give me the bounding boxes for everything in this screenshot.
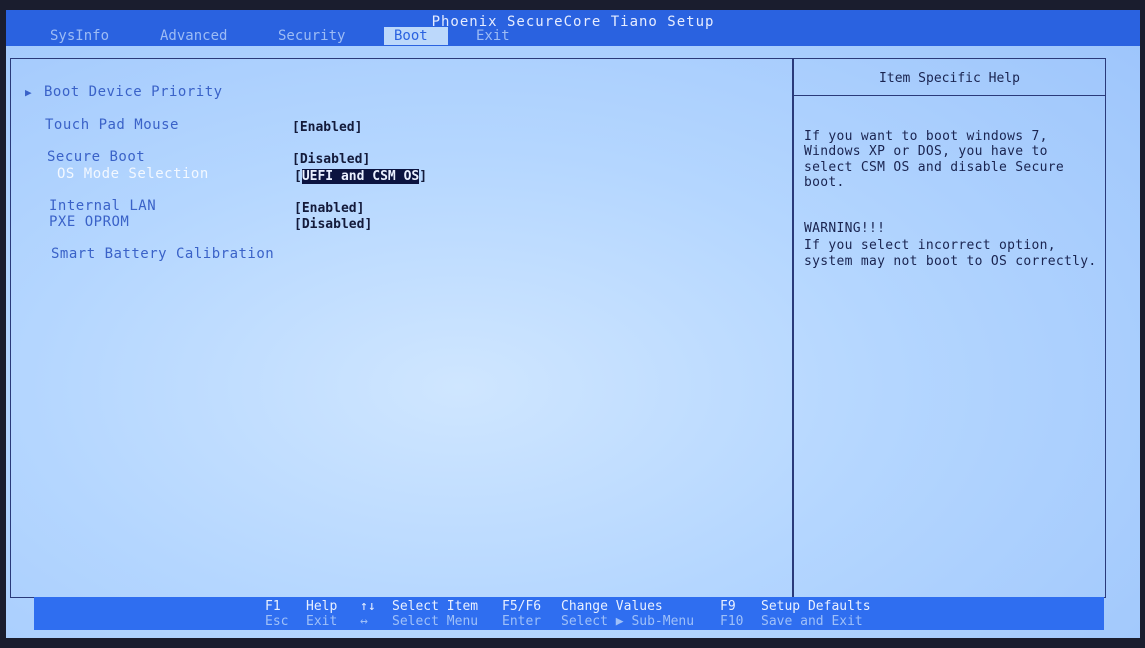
secure-boot-label: Secure Boot [47,149,146,165]
key-up-down-label: Select Item [392,599,479,614]
key-esc-label: Exit [306,614,338,629]
help-pane: Item Specific Help If you want to boot w… [794,59,1105,597]
submenu-pointer-icon: ▶ [25,86,32,99]
key-enter: Enter [502,614,542,629]
key-f9: F9 [720,599,736,614]
main-frame: ▶ Boot Device Priority Touch Pad Mouse [… [10,58,1106,598]
help-text-line: select CSM OS and disable Secure [804,160,1065,175]
smart-battery-calibration-item[interactable]: Smart Battery Calibration [51,246,274,262]
help-text-line: Windows XP or DOS, you have to [804,144,1048,159]
touch-pad-mouse-value[interactable]: [Enabled] [292,120,362,135]
key-esc: Esc [265,614,289,629]
tab-advanced[interactable]: Advanced [150,27,237,45]
tab-exit[interactable]: Exit [466,27,520,45]
key-f9-label: Setup Defaults [761,599,871,614]
help-text-line: If you want to boot windows 7, [804,129,1048,144]
bios-screen: Phoenix SecureCore Tiano Setup SysInfo A… [6,10,1140,638]
boot-device-priority-item[interactable]: Boot Device Priority [44,84,223,100]
help-text-line: system may not boot to OS correctly. [804,254,1097,269]
os-mode-selection-label: OS Mode Selection [57,166,209,182]
tab-security[interactable]: Security [268,27,355,45]
help-warning-title: WARNING!!! [804,221,886,236]
key-f5-f6-label: Change Values [561,599,663,614]
key-f1: F1 [265,599,281,614]
secure-boot-value[interactable]: [Disabled] [292,152,370,167]
help-header: Item Specific Help [794,59,1105,96]
key-left-right: ↔ [360,614,368,629]
touch-pad-mouse-label: Touch Pad Mouse [45,117,179,133]
help-title: Item Specific Help [879,71,1020,86]
tab-boot[interactable]: Boot [384,27,448,45]
os-mode-selection-value[interactable]: [UEFI and CSM OS] [294,169,427,184]
settings-pane: ▶ Boot Device Priority Touch Pad Mouse [… [11,59,794,597]
internal-lan-value[interactable]: [Enabled] [294,201,364,216]
key-f1-label: Help [306,599,338,614]
key-enter-label: Select ▶ Sub-Menu [561,614,695,629]
key-help-footer: F1 Help ↑↓ Select Item F5/F6 Change Valu… [34,597,1104,630]
internal-lan-label: Internal LAN [49,198,157,214]
help-text-line: If you select incorrect option, [804,238,1056,253]
title-bar: Phoenix SecureCore Tiano Setup SysInfo A… [6,10,1140,46]
key-f5-f6: F5/F6 [502,599,542,614]
os-mode-selected-value: UEFI and CSM OS [301,169,420,184]
pxe-oprom-label: PXE OPROM [49,214,130,230]
key-f10-label: Save and Exit [761,614,863,629]
pxe-oprom-value[interactable]: [Disabled] [294,217,372,232]
key-up-down: ↑↓ [360,599,376,614]
key-left-right-label: Select Menu [392,614,479,629]
help-text-line: boot. [804,175,845,190]
tab-sysinfo[interactable]: SysInfo [40,27,119,45]
key-f10: F10 [720,614,744,629]
